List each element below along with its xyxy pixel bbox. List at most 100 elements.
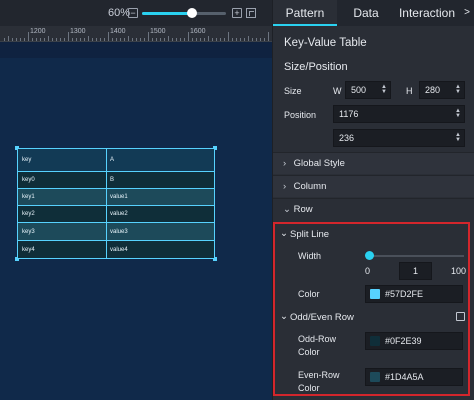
table-cell: key0 <box>18 172 107 188</box>
table-cell: A <box>110 157 115 163</box>
odd-row-color-swatch[interactable] <box>370 336 380 346</box>
panel-tabs: Pattern Data Interaction > <box>273 0 474 26</box>
ruler-tick <box>132 38 133 41</box>
section-global-style[interactable]: › Global Style <box>273 152 474 174</box>
ruler-tick <box>64 38 65 41</box>
width-label: W <box>333 86 342 96</box>
ruler-tick <box>60 38 61 41</box>
position-label: Position <box>284 110 317 120</box>
table-cell: value2 <box>110 211 128 217</box>
even-row-color-picker[interactable]: #1D4A5A <box>365 368 463 386</box>
odd-even-row-checkbox[interactable] <box>456 312 465 321</box>
ruler-tick <box>248 36 249 41</box>
ruler-tick <box>80 38 81 41</box>
ruler-tick <box>224 38 225 41</box>
ruler-tick <box>52 38 53 41</box>
tab-data[interactable]: Data <box>337 0 395 26</box>
split-width-slider[interactable] <box>370 255 464 257</box>
table-header-row: key A <box>18 149 214 172</box>
size-position-heading: Size/Position <box>284 61 348 73</box>
table-cell: key2 <box>18 206 107 222</box>
section-column[interactable]: › Column <box>273 175 474 197</box>
ruler-tick <box>128 36 129 41</box>
table-cell: key <box>18 149 107 171</box>
ruler-tick <box>44 38 45 41</box>
ruler-tick <box>228 32 229 41</box>
ruler-tick-label: 1600 <box>190 28 206 35</box>
ruler-tick <box>176 38 177 41</box>
odd-row-color-label-line1: Odd-Row <box>298 334 337 344</box>
ruler-tick <box>184 38 185 41</box>
split-width-slider-thumb[interactable] <box>365 251 374 260</box>
ruler-tick <box>204 38 205 41</box>
section-row[interactable]: ⌄ Row <box>273 198 474 220</box>
zoom-slider[interactable] <box>142 8 226 18</box>
position-x-input[interactable]: 1176 ▲ ▼ <box>333 105 465 123</box>
ruler-tick <box>152 38 153 41</box>
split-line-heading[interactable]: Split Line <box>290 229 329 240</box>
split-width-label: Width <box>298 251 322 261</box>
height-input[interactable]: 280 ▲ ▼ <box>419 81 465 99</box>
ruler-tick <box>220 38 221 41</box>
odd-row-color-picker[interactable]: #0F2E39 <box>365 332 463 350</box>
table-row: key1 value1 <box>18 189 214 206</box>
split-color-value: #57D2FE <box>385 289 424 299</box>
ruler-tick <box>120 38 121 41</box>
zoom-slider-thumb[interactable] <box>187 8 198 18</box>
odd-even-chevron-down-icon[interactable]: ⌄ <box>280 311 288 322</box>
split-color-picker[interactable]: #57D2FE <box>365 285 463 303</box>
ruler-tick <box>164 38 165 41</box>
ruler-tick-label: 1200 <box>30 28 46 35</box>
width-value: 500 <box>351 85 367 95</box>
ruler-tick <box>88 36 89 41</box>
ruler-tick <box>28 32 29 41</box>
section-label: Column <box>293 181 327 192</box>
table-cell: value1 <box>110 194 128 200</box>
split-line-chevron-down-icon[interactable]: ⌄ <box>280 228 288 239</box>
position-y-stepper-icon[interactable]: ▲ ▼ <box>455 132 461 143</box>
split-width-value: 1 <box>412 266 418 276</box>
ruler-tick <box>32 38 33 41</box>
fit-screen-icon[interactable] <box>246 8 256 18</box>
odd-even-row-heading[interactable]: Odd/Even Row <box>290 312 354 323</box>
tab-interaction[interactable]: Interaction <box>395 0 459 26</box>
section-label: Global Style <box>293 158 345 169</box>
width-stepper-icon[interactable]: ▲ ▼ <box>381 84 387 95</box>
position-x-value: 1176 <box>339 109 359 119</box>
split-color-swatch[interactable] <box>370 289 380 299</box>
ruler-tick-label: 1500 <box>150 28 166 35</box>
ruler-tick <box>240 38 241 41</box>
key-value-table-widget[interactable]: key A key0 B key1 value1 key2 value2 key… <box>15 146 217 261</box>
size-label: Size <box>284 86 302 96</box>
ruler-tick <box>16 38 17 41</box>
tab-scroll-right-icon[interactable]: > <box>459 0 474 26</box>
width-input[interactable]: 500 ▲ ▼ <box>345 81 391 99</box>
ruler-tick <box>68 32 69 41</box>
odd-row-color-value: #0F2E39 <box>385 336 422 346</box>
split-width-input[interactable]: 1 <box>399 262 432 280</box>
ruler-shadow <box>0 42 272 58</box>
ruler-tick <box>196 38 197 41</box>
ruler-tick <box>100 38 101 41</box>
tab-pattern[interactable]: Pattern <box>273 0 337 26</box>
split-width-max: 100 <box>451 266 467 276</box>
ruler-tick <box>144 38 145 41</box>
position-x-stepper-icon[interactable]: ▲ ▼ <box>455 108 461 119</box>
even-row-color-swatch[interactable] <box>370 372 380 382</box>
table-row: key0 B <box>18 172 214 189</box>
ruler-tick <box>108 32 109 41</box>
table-cell: value4 <box>110 246 128 253</box>
position-y-input[interactable]: 236 ▲ ▼ <box>333 129 465 147</box>
table-row: key2 value2 <box>18 206 214 223</box>
height-stepper-icon[interactable]: ▲ ▼ <box>455 84 461 95</box>
zoom-out-button[interactable]: − <box>128 8 138 18</box>
ruler-tick <box>156 38 157 41</box>
chevron-down-icon: ⌄ <box>283 204 291 215</box>
editor-canvas-area[interactable]: 60% − + 1200 1300 1400 1500 1600 key A k… <box>0 0 272 400</box>
zoom-in-button[interactable]: + <box>232 8 242 18</box>
table-row: key3 value3 <box>18 223 214 241</box>
table-cell: value3 <box>110 228 128 235</box>
height-label: H <box>406 86 413 96</box>
table-cell: key1 <box>18 189 107 205</box>
ruler-tick <box>76 38 77 41</box>
